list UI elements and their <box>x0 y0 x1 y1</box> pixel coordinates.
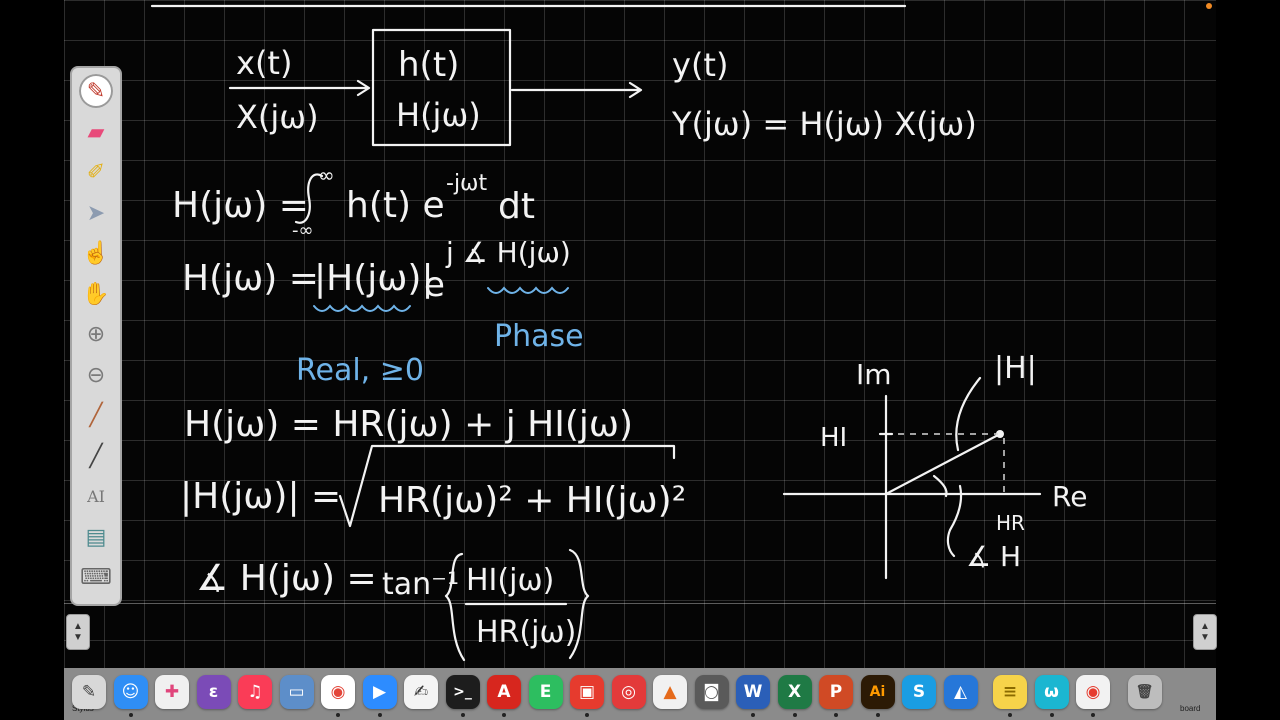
page-divider <box>64 603 1216 604</box>
safari-icon[interactable]: ◭ <box>943 675 978 709</box>
left-page-button[interactable]: ▲ ▼ <box>66 614 90 650</box>
text-icon[interactable]: AI <box>79 479 113 513</box>
webex-icon[interactable]: ω <box>1034 675 1069 709</box>
screen-capture-icon[interactable]: ▣ <box>570 675 604 709</box>
dock: Stylus board ✎☺✚ε♫▭◉▶✍>_AE▣◎▲◙WXPAiS◭≡ω◉… <box>64 668 1216 720</box>
zoom-in-icon[interactable]: ⊕ <box>79 317 113 351</box>
pen-icon[interactable]: ✎ <box>79 74 113 108</box>
matlab-icon[interactable]: ▲ <box>653 675 687 709</box>
chrome-icon[interactable]: ◉ <box>321 675 355 709</box>
powerpoint-icon[interactable]: P <box>819 675 853 709</box>
running-indicator <box>792 713 797 717</box>
preview-icon[interactable]: ▭ <box>279 675 314 709</box>
laser-pointer-icon[interactable]: ☝ <box>79 236 113 270</box>
excel-icon[interactable]: X <box>777 675 812 709</box>
terminal-icon[interactable]: >_ <box>445 675 480 709</box>
chevron-down-icon: ▼ <box>1200 632 1210 643</box>
chevron-down-icon: ▼ <box>73 632 83 643</box>
annotation-toolbar: ✎ ▰ ✐ ➤ ☝ ✋ ⊕ ⊖ ╱ ╱ AI ▤ ⌨ <box>70 66 122 606</box>
record-app-icon[interactable]: ◉ <box>1076 675 1110 709</box>
running-indicator <box>585 713 589 717</box>
chevron-up-icon: ▲ <box>73 621 83 632</box>
acrobat-icon[interactable]: A <box>487 675 521 709</box>
zoom-icon[interactable]: ▶ <box>362 675 397 709</box>
running-indicator <box>460 713 465 717</box>
highlighter-icon[interactable]: ✐ <box>79 155 113 189</box>
emacs-icon[interactable]: ε <box>196 675 231 709</box>
music-icon[interactable]: ♫ <box>238 675 272 709</box>
evernote-icon[interactable]: E <box>528 675 563 709</box>
recording-indicator <box>1206 3 1212 9</box>
notes-pen-icon[interactable]: ✍ <box>404 675 438 709</box>
photo-booth-icon[interactable]: ◎ <box>611 675 646 709</box>
keyboard-icon[interactable]: ⌨ <box>79 560 113 594</box>
line-icon[interactable]: ╱ <box>79 439 113 473</box>
finder-icon[interactable]: ☺ <box>113 675 148 709</box>
stickies-icon[interactable]: ≡ <box>993 675 1027 709</box>
running-indicator <box>1008 713 1012 717</box>
running-indicator <box>128 713 133 717</box>
zoom-out-icon[interactable]: ⊖ <box>79 358 113 392</box>
running-indicator <box>502 713 506 717</box>
stylus-app-icon[interactable]: ✎ <box>72 675 106 709</box>
skype-icon[interactable]: S <box>902 675 936 709</box>
whiteboard-canvas[interactable] <box>64 0 1216 668</box>
screenshot-icon[interactable]: ◙ <box>694 675 729 709</box>
background-icon[interactable]: ▤ <box>79 520 113 554</box>
running-indicator <box>1091 713 1095 717</box>
running-indicator <box>834 713 838 717</box>
hand-pan-icon[interactable]: ✋ <box>79 277 113 311</box>
word-icon[interactable]: W <box>736 675 770 709</box>
trash-icon[interactable]: 🗑 <box>1127 675 1162 709</box>
illustrator-icon[interactable]: Ai <box>860 675 895 709</box>
chevron-up-icon: ▲ <box>1200 621 1210 632</box>
brush-icon[interactable]: ╱ <box>79 398 113 432</box>
running-indicator <box>875 713 880 717</box>
right-page-button[interactable]: ▲ ▼ <box>1193 614 1217 650</box>
dock-right-label: board <box>1180 704 1201 713</box>
eraser-icon[interactable]: ▰ <box>79 115 113 149</box>
pointer-icon[interactable]: ➤ <box>79 196 113 230</box>
photos-app-icon[interactable]: ✚ <box>155 675 189 709</box>
running-indicator <box>377 713 382 717</box>
running-indicator <box>1049 713 1054 717</box>
running-indicator <box>751 713 755 717</box>
running-indicator <box>336 713 340 717</box>
